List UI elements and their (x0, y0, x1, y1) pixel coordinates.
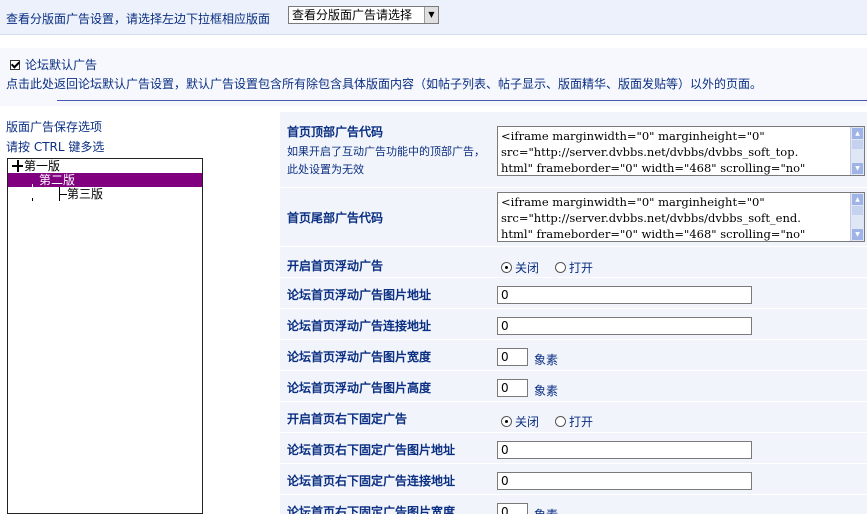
scroll-up-icon[interactable]: ▲ (852, 128, 863, 139)
fixed-ad-on-label[interactable]: 打开 (569, 413, 593, 430)
fixed-ad-on-radio[interactable] (555, 416, 567, 427)
scroll-up-icon[interactable]: ▲ (852, 194, 863, 205)
board-item-label: 第二版 (39, 173, 76, 187)
fixed-img-width-label: 论坛首页右下固定广告图片宽度 (287, 505, 456, 515)
fixed-link-url-row: 论坛首页右下固定广告连接地址 0 (280, 464, 867, 495)
float-img-width-row: 论坛首页浮动广告图片宽度 0 象素 (280, 340, 867, 371)
default-ad-checkbox-row[interactable]: 论坛默认广告 (10, 56, 97, 73)
fixed-link-url-input[interactable]: 0 (497, 472, 752, 490)
float-ad-off-radio[interactable] (501, 262, 512, 273)
bottom-ad-row: 首页尾部广告代码 <iframe marginwidth="0" marginh… (280, 188, 867, 247)
float-link-url-input[interactable]: 0 (497, 317, 752, 335)
default-ad-checkbox-label: 论坛默认广告 (25, 58, 98, 72)
chevron-down-icon[interactable]: ▼ (424, 7, 438, 23)
float-link-url-label: 论坛首页浮动广告连接地址 (287, 319, 432, 333)
board-item-1[interactable]: 第一版 (24, 159, 60, 173)
code-line: <iframe marginwidth="0" marginheight="0" (501, 129, 765, 143)
float-img-height-label: 论坛首页浮动广告图片高度 (287, 381, 432, 395)
fixed-img-width-row: 论坛首页右下固定广告图片宽度 0 象素 (280, 495, 867, 515)
float-ad-toggle-row: 开启首页浮动广告 关闭 打开 (280, 247, 867, 278)
fixed-ad-radio-group: 关闭 打开 (501, 413, 609, 430)
code-line: src="http://server.dvbbs.net/dvbbs/dvbbs… (501, 145, 799, 159)
top-ad-code-textarea[interactable]: <iframe marginwidth="0" marginheight="0"… (497, 126, 865, 176)
sidebar-title: 版面广告保存选项 (6, 120, 103, 134)
float-img-url-input[interactable]: 0 (497, 286, 752, 304)
scroll-down-icon[interactable]: ▼ (852, 163, 863, 174)
code-line: html" frameborder="0" width="468" scroll… (501, 161, 806, 175)
scroll-down-icon[interactable]: ▼ (852, 229, 863, 240)
top-ad-label: 首页顶部广告代码 (287, 125, 384, 139)
float-img-width-label: 论坛首页浮动广告图片宽度 (287, 350, 432, 364)
pixel-unit: 象素 (534, 384, 559, 398)
float-img-url-label: 论坛首页浮动广告图片地址 (287, 288, 432, 302)
top-ad-note: 如果开启了互动广告功能中的顶部广告，此处设置为无效 (287, 145, 485, 176)
tree-connector (17, 160, 19, 172)
fixed-img-url-label: 论坛首页右下固定广告图片地址 (287, 443, 456, 457)
pixel-unit: 象素 (534, 353, 559, 367)
float-img-width-input[interactable]: 0 (497, 348, 528, 366)
board-item-2[interactable]: 第二版 (8, 173, 202, 198)
board-item-3[interactable]: 第三版 (67, 187, 103, 201)
fixed-ad-toggle-row: 开启首页右下固定广告 关闭 打开 (280, 402, 867, 433)
scroll-thumb[interactable] (852, 140, 863, 149)
fixed-link-url-label: 论坛首页右下固定广告连接地址 (287, 474, 456, 488)
board-select[interactable]: 查看分版面广告请选择 ▼ (288, 6, 439, 24)
textarea-scrollbar[interactable]: ▲ ▼ (850, 127, 864, 175)
fixed-ad-off-radio[interactable] (501, 416, 512, 427)
fixed-ad-toggle-label: 开启首页右下固定广告 (287, 412, 408, 426)
fixed-img-url-input[interactable]: 0 (497, 441, 752, 459)
board-select-hint: 查看分版面广告设置，请选择左边下拉框相应版面 (6, 12, 271, 26)
float-img-height-row: 论坛首页浮动广告图片高度 0 象素 (280, 371, 867, 402)
fixed-img-width-input[interactable]: 0 (497, 503, 528, 514)
bottom-ad-code-textarea[interactable]: <iframe marginwidth="0" marginheight="0"… (497, 192, 865, 242)
board-item-label: 第一版 (24, 159, 61, 173)
tree-connector (59, 194, 67, 195)
code-line: src="http://server.dvbbs.net/dvbbs/dvbbs… (501, 211, 801, 225)
board-tree-list[interactable]: 第一版 第二版 第三版 (7, 158, 203, 514)
sidebar-subtitle: 请按 CTRL 键多选 (6, 140, 105, 154)
top-ad-row: 首页顶部广告代码 如果开启了互动广告功能中的顶部广告，此处设置为无效 <ifra… (280, 112, 867, 188)
bottom-ad-label: 首页尾部广告代码 (287, 211, 384, 225)
top-bar: 查看分版面广告设置，请选择左边下拉框相应版面 查看分版面广告请选择 ▼ (0, 0, 867, 35)
float-link-url-row: 论坛首页浮动广告连接地址 0 (280, 309, 867, 340)
board-item-label: 第三版 (67, 187, 104, 201)
code-line: <iframe marginwidth="0" marginheight="0" (501, 195, 765, 209)
default-ad-description[interactable]: 点击此处返回论坛默认广告设置，默认广告设置包含所有除包含具体版面内容（如帖子列表… (6, 75, 762, 92)
float-ad-off-label[interactable]: 关闭 (515, 259, 539, 276)
fixed-ad-off-label[interactable]: 关闭 (515, 413, 539, 430)
float-ad-toggle-label: 开启首页浮动广告 (287, 259, 384, 273)
section-divider (57, 100, 867, 101)
float-img-url-row: 论坛首页浮动广告图片地址 0 (280, 278, 867, 309)
float-ad-radio-group: 关闭 打开 (501, 259, 609, 276)
fixed-img-url-row: 论坛首页右下固定广告图片地址 0 (280, 433, 867, 464)
code-line: html" frameborder="0" width="468" scroll… (501, 227, 806, 241)
default-ad-checkbox[interactable] (10, 59, 20, 70)
board-select-value: 查看分版面广告请选择 (292, 8, 413, 22)
textarea-scrollbar[interactable]: ▲ ▼ (850, 193, 864, 241)
scroll-thumb[interactable] (852, 206, 863, 215)
float-ad-on-label[interactable]: 打开 (569, 259, 593, 276)
float-ad-on-radio[interactable] (555, 262, 567, 273)
tree-connector (32, 191, 39, 192)
float-img-height-input[interactable]: 0 (497, 379, 528, 397)
